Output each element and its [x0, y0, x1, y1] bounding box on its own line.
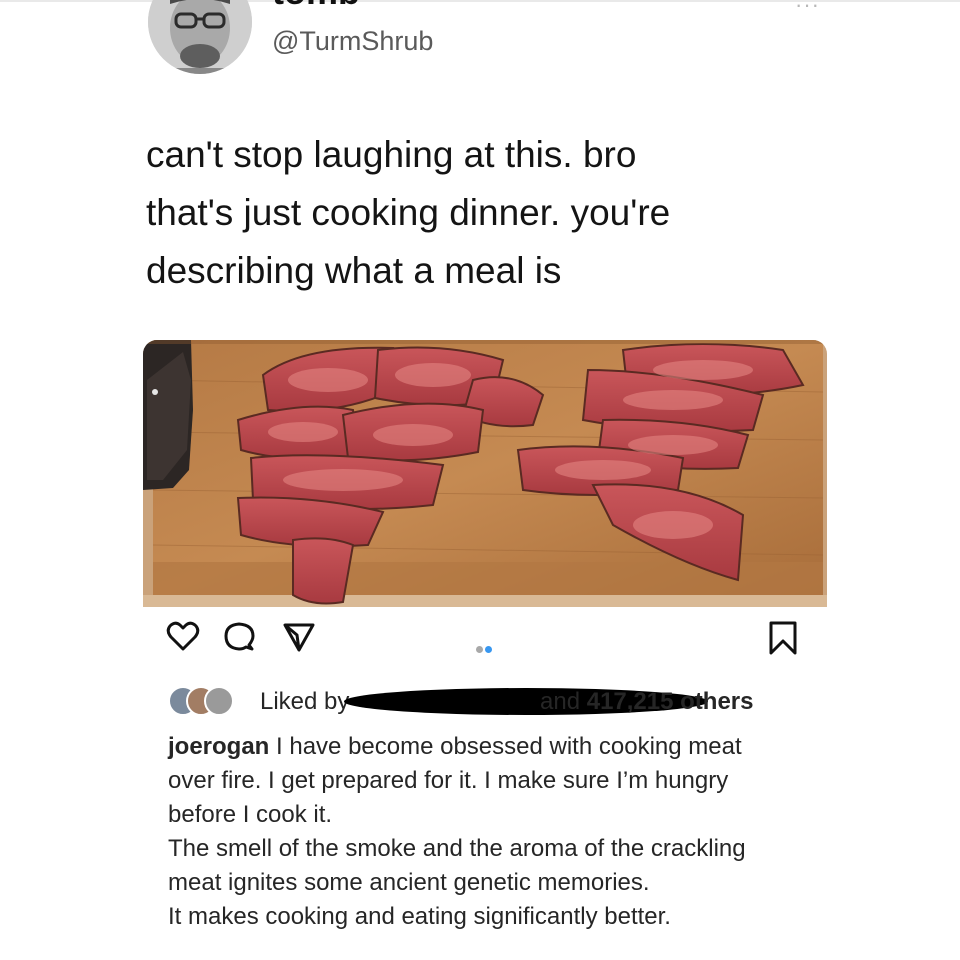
- display-name[interactable]: tomb: [272, 0, 360, 10]
- user-handle[interactable]: @TurmShrub: [272, 28, 433, 55]
- caption-username[interactable]: joerogan: [168, 733, 269, 760]
- post-caption: joerogan I have become obsessed with coo…: [168, 730, 808, 934]
- tweet-text: can't stop laughing at this. bro that's …: [146, 126, 846, 300]
- tweet-text-line: describing what a meal is: [146, 250, 562, 291]
- likes-row: Liked by and 417,215 others: [168, 684, 808, 720]
- more-options-icon[interactable]: ···: [795, 0, 820, 18]
- liked-by-label: Liked by: [260, 688, 350, 715]
- bookmark-icon[interactable]: [766, 620, 800, 656]
- avatar[interactable]: [148, 0, 252, 74]
- caption-line: meat ignites some ancient genetic memori…: [168, 869, 650, 896]
- tweet-text-line: that's just cooking dinner. you're: [146, 192, 671, 233]
- caption-line: The smell of the smoke and the aroma of …: [168, 835, 746, 862]
- liker-avatars[interactable]: [168, 686, 252, 716]
- carousel-dot: [485, 646, 492, 653]
- tweet-text-line: can't stop laughing at this. bro: [146, 134, 637, 175]
- carousel-indicator: [475, 640, 493, 658]
- carousel-dot: [476, 646, 483, 653]
- comment-icon[interactable]: [222, 620, 256, 654]
- likes-count[interactable]: and 417,215 others: [540, 688, 754, 716]
- post-actions-bar: [0, 620, 960, 670]
- heart-icon[interactable]: [166, 620, 200, 654]
- caption-line: over fire. I get prepared for it. I make…: [168, 767, 729, 794]
- caption-line: I have become obsessed with cooking meat: [276, 733, 742, 760]
- caption-line: It makes cooking and eating significantl…: [168, 903, 671, 930]
- caption-line: before I cook it.: [168, 801, 333, 828]
- post-photo[interactable]: [143, 340, 827, 607]
- send-icon[interactable]: [282, 620, 316, 654]
